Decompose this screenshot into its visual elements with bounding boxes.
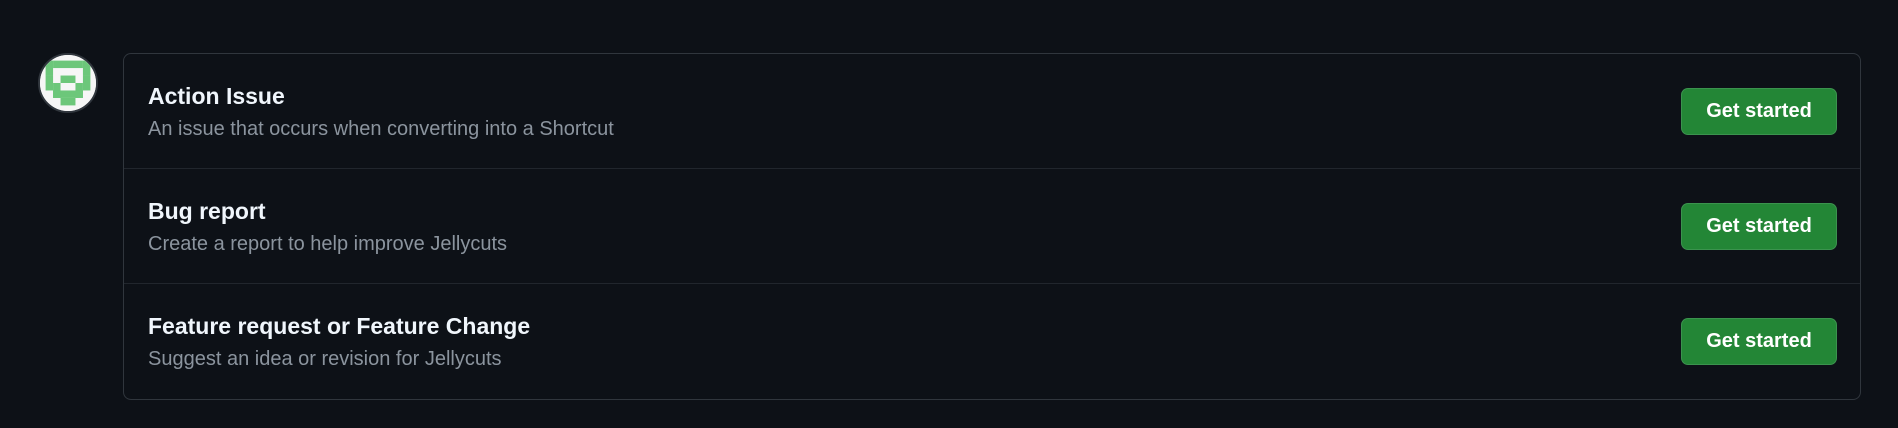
template-title: Feature request or Feature Change bbox=[148, 313, 531, 339]
template-description: An issue that occurs when converting int… bbox=[148, 118, 614, 140]
get-started-button[interactable]: Get started bbox=[1681, 88, 1837, 135]
template-description: Create a report to help improve Jellycut… bbox=[148, 233, 508, 255]
identicon-icon bbox=[40, 55, 96, 111]
get-started-button[interactable]: Get started bbox=[1681, 203, 1837, 250]
avatar[interactable] bbox=[38, 53, 98, 113]
get-started-button[interactable]: Get started bbox=[1681, 318, 1837, 365]
page: Action Issue An issue that occurs when c… bbox=[0, 0, 1898, 428]
template-row-action-issue: Action Issue An issue that occurs when c… bbox=[124, 54, 1860, 169]
issue-template-list: Action Issue An issue that occurs when c… bbox=[123, 53, 1861, 400]
template-row-bug-report: Bug report Create a report to help impro… bbox=[124, 169, 1860, 284]
template-title: Action Issue bbox=[148, 83, 285, 109]
template-description: Suggest an idea or revision for Jellycut… bbox=[148, 348, 502, 370]
template-title: Bug report bbox=[148, 198, 266, 224]
template-row-feature-request: Feature request or Feature Change Sugges… bbox=[124, 284, 1860, 399]
